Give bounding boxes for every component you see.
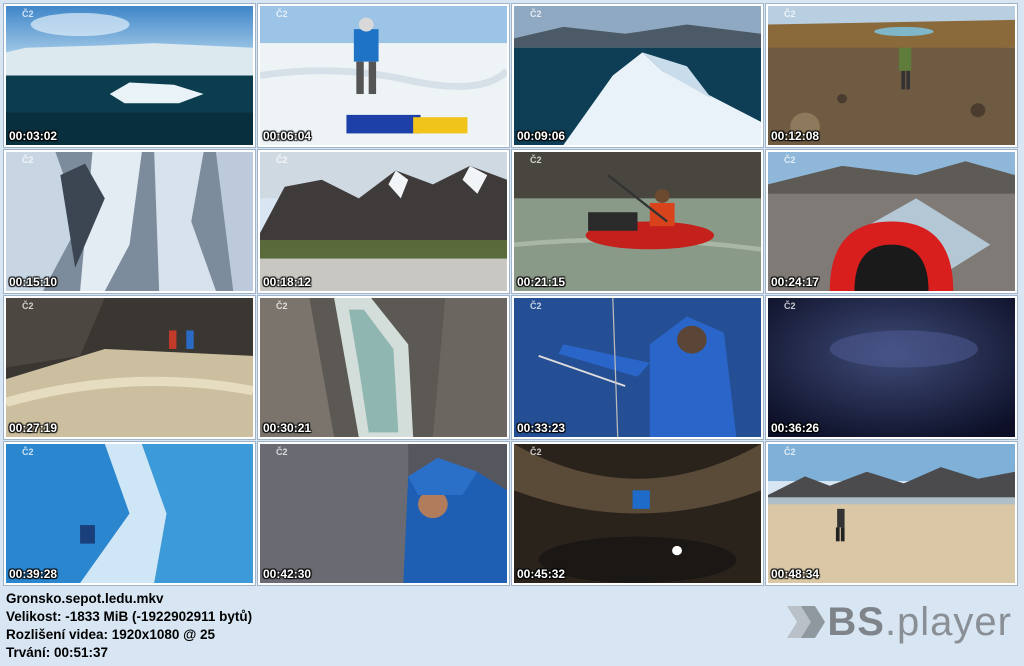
thumbnail-13[interactable]: Č2 00:39:28 — [4, 442, 255, 585]
thumbnail-16[interactable]: Č2 00:48:34 — [766, 442, 1017, 585]
packraft-paddler-scene — [514, 152, 761, 291]
channel-logo: Č2 — [784, 447, 796, 457]
climber-snow-scene — [260, 6, 507, 145]
thumbnail-15[interactable]: Č2 00:45:32 — [512, 442, 763, 585]
cave-headlamp-scene — [514, 444, 761, 583]
channel-logo: Č2 — [22, 9, 34, 19]
channel-logo: Č2 — [530, 9, 542, 19]
video-resolution: Rozlišení videa: 1920x1080 @ 25 — [6, 627, 216, 642]
timestamp: 00:03:02 — [9, 129, 58, 143]
file-name: Gronsko.sepot.ledu.mkv — [6, 591, 164, 606]
hooded-explorer-scene — [260, 444, 507, 583]
thumbnail-1[interactable]: Č2 00:03:02 — [4, 4, 255, 147]
mountain-valley-scene — [260, 152, 507, 291]
thumbnail-10[interactable]: Č2 00:30:21 — [258, 296, 509, 439]
thumbnail-2[interactable]: Č2 00:06:04 — [258, 4, 509, 147]
glacier-crevasse-scene — [6, 152, 253, 291]
bsplayer-logo: BS.player — [785, 600, 1012, 644]
thumbnail-3[interactable]: Č2 00:09:06 — [512, 4, 763, 147]
channel-logo: Č2 — [276, 9, 288, 19]
thumbnail-12[interactable]: Č2 00:36:26 — [766, 296, 1017, 439]
channel-logo: Č2 — [784, 9, 796, 19]
packraft-bow-scene — [768, 152, 1015, 291]
thumbnail-4[interactable]: Č2 00:12:08 — [766, 4, 1017, 147]
blue-jacket-rope-scene — [514, 298, 761, 437]
timestamp: 00:12:08 — [771, 129, 820, 143]
timestamp: 00:18:12 — [263, 275, 312, 289]
timestamp: 00:45:32 — [517, 567, 566, 581]
channel-logo: Č2 — [276, 155, 288, 165]
video-duration: Trvání: 00:51:37 — [6, 645, 109, 660]
channel-logo: Č2 — [530, 301, 542, 311]
thumbnail-6[interactable]: Č2 00:18:12 — [258, 150, 509, 293]
thumbnail-grid: Č2 00:03:02 Č2 00:06:04 Č2 00:09:06 Č2 0… — [4, 4, 1017, 585]
thumbnail-9[interactable]: Č2 00:27:19 — [4, 296, 255, 439]
channel-logo: Č2 — [530, 447, 542, 457]
timestamp: 00:21:15 — [517, 275, 566, 289]
thumbnail-8[interactable]: Č2 00:24:17 — [766, 150, 1017, 293]
timestamp: 00:48:34 — [771, 567, 820, 581]
timestamp: 00:06:04 — [263, 129, 312, 143]
thumbnail-11[interactable]: Č2 00:33:23 — [512, 296, 763, 439]
channel-logo: Č2 — [22, 155, 34, 165]
timestamp: 00:33:23 — [517, 421, 566, 435]
bsplayer-wordmark-suffix: .player — [884, 600, 1012, 644]
file-size: Velikost: -1833 MiB (-1922902911 bytů) — [6, 609, 253, 624]
bsplayer-mark-icon — [787, 606, 826, 638]
cliff-climbers-scene — [6, 298, 253, 437]
ice-floe-scene — [514, 6, 761, 145]
channel-logo: Č2 — [530, 155, 542, 165]
timestamp: 00:42:30 — [263, 567, 312, 581]
thumbnail-5[interactable]: Č2 00:15:10 — [4, 150, 255, 293]
iceberg-scene — [6, 6, 253, 145]
sand-plain-hiker-scene — [768, 444, 1015, 583]
timestamp: 00:09:06 — [517, 129, 566, 143]
file-info: Gronsko.sepot.ledu.mkv Velikost: -1833 M… — [6, 590, 252, 662]
bsplayer-wordmark-prefix: BS — [827, 600, 885, 644]
timestamp: 00:27:19 — [9, 421, 58, 435]
channel-logo: Č2 — [22, 301, 34, 311]
channel-logo: Č2 — [784, 301, 796, 311]
channel-logo: Č2 — [276, 301, 288, 311]
timestamp: 00:36:26 — [771, 421, 820, 435]
channel-logo: Č2 — [276, 447, 288, 457]
timestamp: 00:15:10 — [9, 275, 58, 289]
channel-logo: Č2 — [784, 155, 796, 165]
timestamp: 00:24:17 — [771, 275, 820, 289]
thumbnail-7[interactable]: Č2 00:21:15 — [512, 150, 763, 293]
hiker-tundra-scene — [768, 6, 1015, 145]
bsplayer-wordmark: BS.player — [827, 600, 1012, 644]
thumbnail-14[interactable]: Č2 00:42:30 — [258, 442, 509, 585]
meltwater-channel-scene — [260, 298, 507, 437]
timestamp: 00:39:28 — [9, 567, 58, 581]
dark-ice-cave-scene — [768, 298, 1015, 437]
channel-logo: Č2 — [22, 447, 34, 457]
timestamp: 00:30:21 — [263, 421, 312, 435]
blue-ice-tunnel-scene — [6, 444, 253, 583]
